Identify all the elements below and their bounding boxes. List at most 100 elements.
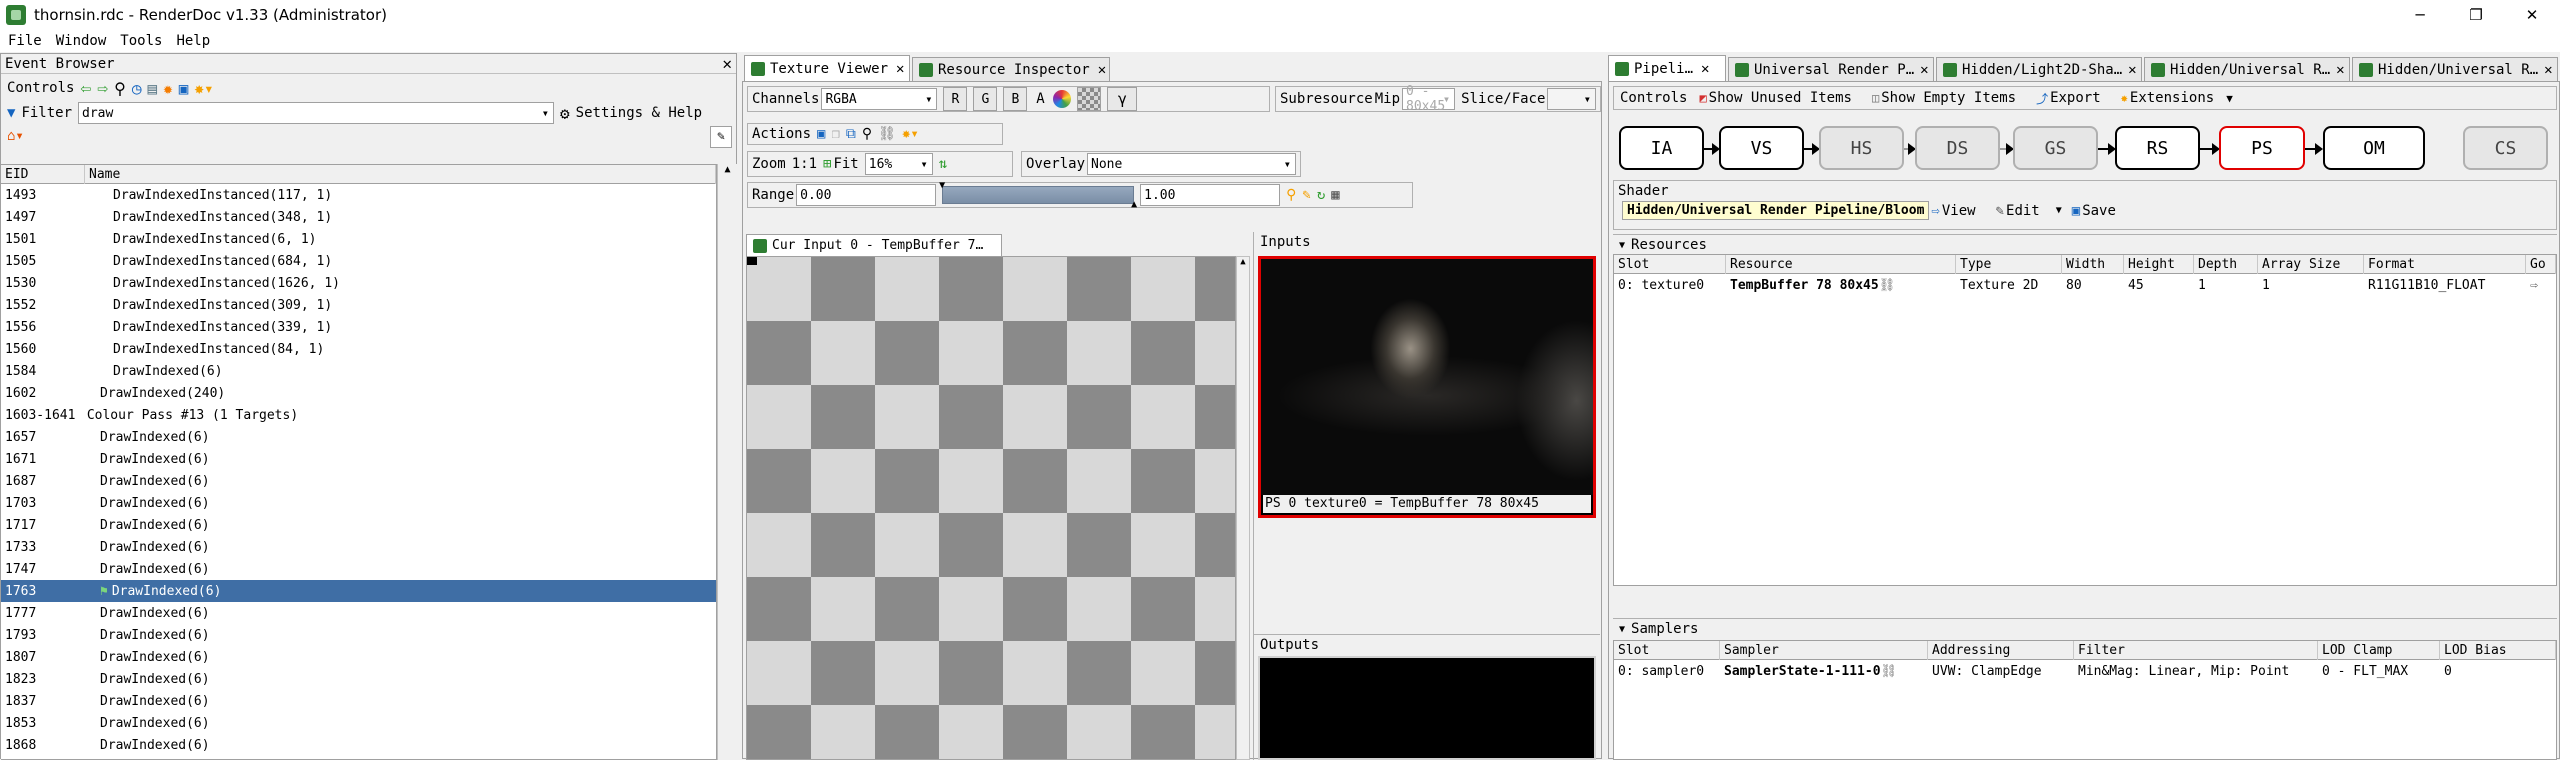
event-list-scrollbar[interactable]: ▲ xyxy=(717,164,737,760)
column-header-filter[interactable]: Filter xyxy=(2074,641,2318,660)
home-icon[interactable]: ⌂▾ xyxy=(7,128,24,144)
edit-shader-button[interactable]: Edit xyxy=(2006,203,2040,219)
stage-ps[interactable]: PS xyxy=(2219,126,2305,170)
stage-gs[interactable]: GS xyxy=(2013,126,2098,170)
column-header-depth[interactable]: Depth xyxy=(2194,255,2258,274)
extensions-icon[interactable]: ✸▾ xyxy=(902,126,919,142)
event-row-selected[interactable]: 1763 ⚑ DrawIndexed(6) xyxy=(1,580,716,602)
table-row[interactable]: 1501 DrawIndexedInstanced(6, 1) xyxy=(1,228,716,250)
table-row[interactable]: 1530 DrawIndexedInstanced(1626, 1) xyxy=(1,272,716,294)
range-max-handle[interactable]: ▲ xyxy=(1131,199,1137,210)
column-header-resource[interactable]: Resource xyxy=(1726,255,1956,274)
histogram-icon[interactable]: ▦ xyxy=(1331,187,1339,203)
menu-help[interactable]: Help xyxy=(176,33,210,49)
range-min-input[interactable] xyxy=(796,184,937,206)
sampler-name[interactable]: SamplerState-1-111-0 xyxy=(1724,664,1881,679)
column-header-lod-clamp[interactable]: LOD Clamp xyxy=(2318,641,2440,660)
tab-pipeline-state[interactable]: Pipeli… ✕ xyxy=(1608,55,1726,81)
zoom-select[interactable]: 16% xyxy=(864,153,933,175)
extensions-icon[interactable]: ✸▾ xyxy=(194,79,213,98)
view-shader-button[interactable]: View xyxy=(1942,203,1976,219)
stage-om[interactable]: OM xyxy=(2323,126,2425,170)
save-texture-icon[interactable]: ▣ xyxy=(817,126,825,142)
find-binoculars-icon[interactable]: ⚲ xyxy=(114,79,126,98)
tab-hidden-universal-1[interactable]: Hidden/Universal R… ✕ xyxy=(2144,57,2350,81)
table-row[interactable]: 1671 DrawIndexed(6) xyxy=(1,448,716,470)
settings-help-button[interactable]: Settings & Help xyxy=(576,105,702,121)
tab-hidden-universal-2[interactable]: Hidden/Universal R… ✕ xyxy=(2352,57,2558,81)
texture-preview-scrollbar[interactable]: ▲ xyxy=(1236,256,1250,760)
table-row[interactable]: 1733 DrawIndexed(6) xyxy=(1,536,716,558)
channels-select[interactable]: RGBA xyxy=(821,88,938,110)
close-window-button[interactable]: ✕ xyxy=(2504,0,2560,30)
previous-arrow-icon[interactable]: ⇦ xyxy=(80,78,91,99)
filter-input[interactable]: draw xyxy=(78,102,555,124)
table-row[interactable]: 0: texture0 TempBuffer 78 80x45⛓ Texture… xyxy=(1614,274,2556,296)
zoom-1to1-button[interactable]: 1:1 xyxy=(792,156,817,172)
column-header-name[interactable]: Name xyxy=(85,165,716,184)
tab-texture-viewer[interactable]: Texture Viewer ✕ xyxy=(744,55,910,81)
edit-icon[interactable]: ✎ xyxy=(1996,203,2004,219)
table-row[interactable]: 1853 DrawIndexed(6) xyxy=(1,712,716,734)
column-header-addressing[interactable]: Addressing xyxy=(1928,641,2074,660)
mip-select[interactable]: 0 - 80x45 xyxy=(1402,84,1456,114)
auto-fit-icon[interactable]: ✎ xyxy=(1302,187,1310,203)
range-histogram-slider[interactable]: ▼ ▲ xyxy=(939,180,1137,210)
scroll-up-icon[interactable]: ▲ xyxy=(718,164,737,175)
table-row[interactable]: 1717 DrawIndexed(6) xyxy=(1,514,716,536)
output-thumbnail[interactable] xyxy=(1258,656,1596,760)
table-row[interactable]: 1497 DrawIndexedInstanced(348, 1) xyxy=(1,206,716,228)
channel-a-toggle[interactable]: A xyxy=(1033,91,1047,107)
find-icon[interactable]: ⚲ xyxy=(862,126,872,142)
fit-button[interactable]: Fit xyxy=(833,156,858,172)
save-icon[interactable]: ▣ xyxy=(179,79,189,98)
tab-universal-render[interactable]: Universal Render P… ✕ xyxy=(1728,57,1934,81)
settings-icon[interactable]: ⚙ xyxy=(560,104,570,123)
table-row[interactable]: 1823 DrawIndexed(6) xyxy=(1,668,716,690)
save-icon[interactable]: ▣ xyxy=(2072,203,2080,219)
channel-g-toggle[interactable]: G xyxy=(973,87,998,111)
channel-b-toggle[interactable]: B xyxy=(1003,87,1028,111)
table-row[interactable]: 1603-1641 ›Colour Pass #13 (1 Targets) xyxy=(1,404,716,426)
stage-ia[interactable]: IA xyxy=(1619,126,1704,170)
go-arrow-icon[interactable]: ⇨ xyxy=(2526,278,2556,293)
menu-window[interactable]: Window xyxy=(56,33,107,49)
table-row[interactable]: 0: sampler0 SamplerState-1-111-0⛓ UVW: C… xyxy=(1614,660,2556,682)
table-row[interactable]: 1837 DrawIndexed(6) xyxy=(1,690,716,712)
go-arrow-icon[interactable]: ⇨ xyxy=(1931,203,1939,219)
resource-name[interactable]: TempBuffer 78 80x45 xyxy=(1730,278,1879,293)
time-clock-icon[interactable]: ◷ xyxy=(132,79,142,98)
close-icon[interactable]: ✕ xyxy=(2336,62,2344,78)
menu-tools[interactable]: Tools xyxy=(120,33,162,49)
zoom-range-icon[interactable]: ⚲ xyxy=(1286,187,1296,203)
stage-rs[interactable]: RS xyxy=(2115,126,2200,170)
collapse-icon[interactable]: ▼ xyxy=(1619,624,1625,635)
close-icon[interactable]: ✕ xyxy=(896,61,904,77)
reset-range-icon[interactable]: ↻ xyxy=(1317,187,1325,203)
column-header-go[interactable]: Go xyxy=(2526,255,2556,274)
table-row[interactable]: 1602 DrawIndexed(240) xyxy=(1,382,716,404)
column-header-array-size[interactable]: Array Size xyxy=(2258,255,2364,274)
close-icon[interactable]: ✕ xyxy=(2544,62,2552,78)
settings-gear-icon[interactable]: ✹ xyxy=(163,79,173,98)
copy-icon[interactable]: ❐ xyxy=(831,126,839,142)
close-icon[interactable]: ✕ xyxy=(2128,62,2136,78)
column-header-slot[interactable]: Slot xyxy=(1614,641,1720,660)
shader-name-link[interactable]: Hidden/Universal Render Pipeline/Bloom xyxy=(1622,201,1930,220)
overlay-select[interactable]: None xyxy=(1087,153,1296,175)
table-row[interactable]: 1556 DrawIndexedInstanced(339, 1) xyxy=(1,316,716,338)
save-shader-button[interactable]: Save xyxy=(2082,203,2116,219)
table-row[interactable]: 1584 DrawIndexed(6) xyxy=(1,360,716,382)
range-min-handle[interactable]: ▼ xyxy=(939,180,945,191)
column-header-eid[interactable]: EID xyxy=(1,165,85,184)
minimize-button[interactable]: ─ xyxy=(2392,0,2448,30)
table-row[interactable]: 1560 DrawIndexedInstanced(84, 1) xyxy=(1,338,716,360)
column-header-lod-bias[interactable]: LOD Bias xyxy=(2440,641,2556,660)
sampler-name-cell[interactable]: SamplerState-1-111-0⛓ xyxy=(1720,664,1928,679)
column-header-height[interactable]: Height xyxy=(2124,255,2194,274)
chevron-down-icon[interactable]: ▼ xyxy=(2056,205,2062,216)
close-icon[interactable]: ✕ xyxy=(1920,62,1928,78)
stage-vs[interactable]: VS xyxy=(1719,126,1804,170)
table-row[interactable]: 1493 DrawIndexedInstanced(117, 1) xyxy=(1,184,716,206)
table-row[interactable]: 1657 DrawIndexed(6) xyxy=(1,426,716,448)
